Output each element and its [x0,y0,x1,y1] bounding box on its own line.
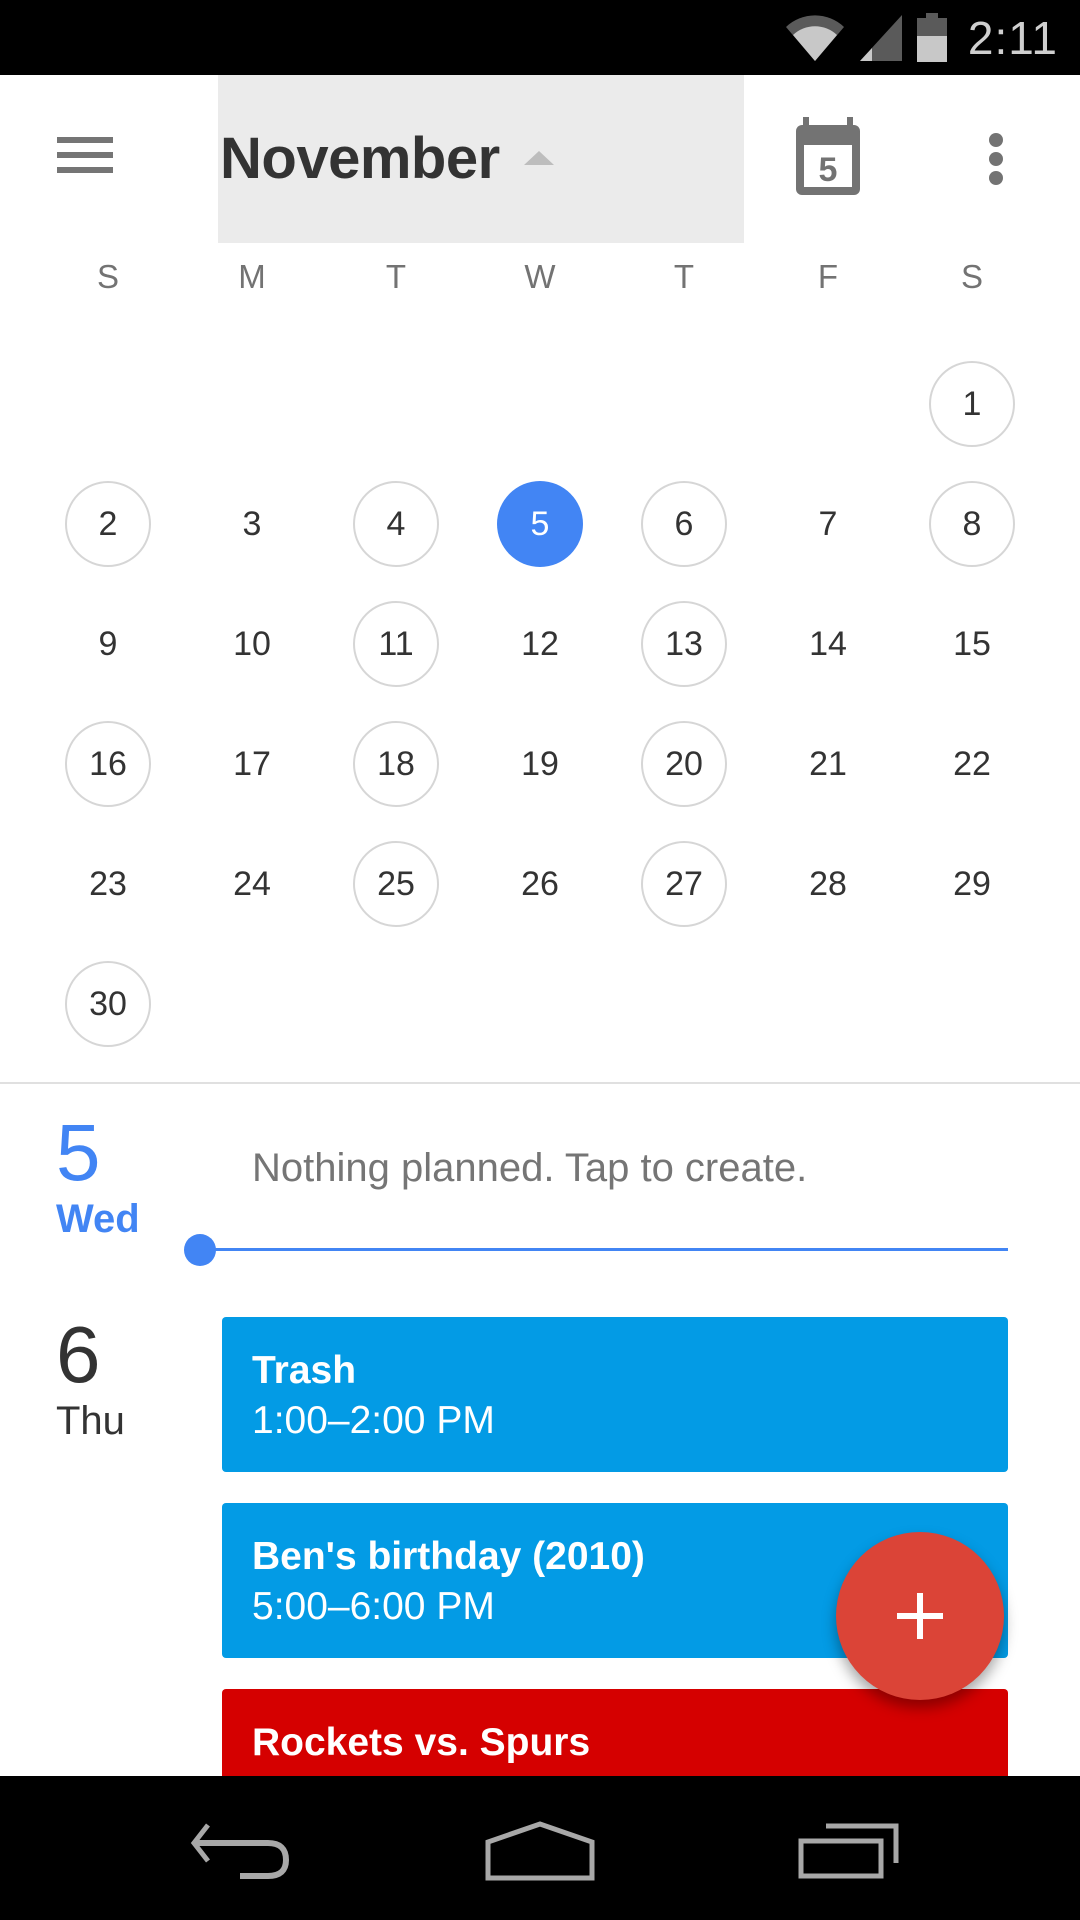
current-time-indicator [184,1234,216,1266]
calendar-day[interactable]: 16 [65,721,151,807]
nothing-planned-prompt[interactable]: Nothing planned. Tap to create. [252,1146,807,1191]
calendar-day[interactable]: 18 [353,721,439,807]
calendar-day-selected[interactable]: 5 [497,481,583,567]
agenda-date-today: 5 Wed [56,1108,186,1242]
calendar-day[interactable]: 13 [641,601,727,687]
event-card[interactable]: Rockets vs. Spurs [222,1689,1008,1789]
create-event-button[interactable] [836,1532,1004,1700]
calendar-day[interactable]: 2 [65,481,151,567]
calendar-day[interactable]: 22 [929,721,1015,807]
agenda-date: 6 Thu [56,1310,186,1444]
calendar-day[interactable]: 15 [929,601,1015,687]
calendar-day[interactable]: 1 [929,361,1015,447]
calendar-day[interactable]: 19 [497,721,583,807]
calendar-day[interactable]: 26 [497,841,583,927]
recent-apps-icon [798,1823,899,1879]
agenda-date-weekday: Thu [56,1399,125,1443]
event-title: Rockets vs. Spurs [252,1721,591,1764]
back-button[interactable] [170,1806,310,1896]
event-title: Ben's birthday (2010) [252,1535,645,1578]
system-nav-bar [0,1776,1080,1920]
current-time-line [200,1248,1008,1251]
calendar-day[interactable]: 17 [209,721,295,807]
calendar-day[interactable]: 21 [785,721,871,807]
calendar-day[interactable]: 28 [785,841,871,927]
calendar-day[interactable]: 12 [497,601,583,687]
calendar-day[interactable]: 23 [65,841,151,927]
plus-icon [897,1593,943,1639]
divider [0,1082,1080,1084]
calendar-day[interactable]: 4 [353,481,439,567]
calendar-day[interactable]: 10 [209,601,295,687]
month-grid: 1 2 3 4 5 6 7 8 9 10 11 12 13 14 15 16 17 18 19 20 21 22 23 24 2… [0,0,1080,1083]
calendar-day[interactable]: 11 [353,601,439,687]
recent-apps-button[interactable] [780,1806,920,1896]
calendar-day[interactable]: 20 [641,721,727,807]
calendar-day[interactable]: 14 [785,601,871,687]
event-time: 5:00–6:00 PM [252,1585,495,1628]
calendar-day[interactable]: 8 [929,481,1015,567]
calendar-day[interactable]: 25 [353,841,439,927]
calendar-day[interactable]: 3 [209,481,295,567]
home-button[interactable] [470,1806,610,1896]
agenda-date-weekday: Wed [56,1197,140,1241]
back-icon [190,1823,290,1879]
calendar-day[interactable]: 29 [929,841,1015,927]
event-card[interactable]: Trash 1:00–2:00 PM [222,1317,1008,1472]
calendar-day[interactable]: 6 [641,481,727,567]
calendar-day[interactable]: 9 [65,601,151,687]
event-time: 1:00–2:00 PM [252,1399,495,1442]
calendar-day[interactable]: 27 [641,841,727,927]
home-icon [485,1821,595,1881]
calendar-day[interactable]: 24 [209,841,295,927]
agenda-date-number: 6 [56,1310,101,1399]
calendar-day[interactable]: 7 [785,481,871,567]
agenda-date-number: 5 [56,1108,101,1197]
calendar-day[interactable]: 30 [65,961,151,1047]
event-title: Trash [252,1349,357,1392]
